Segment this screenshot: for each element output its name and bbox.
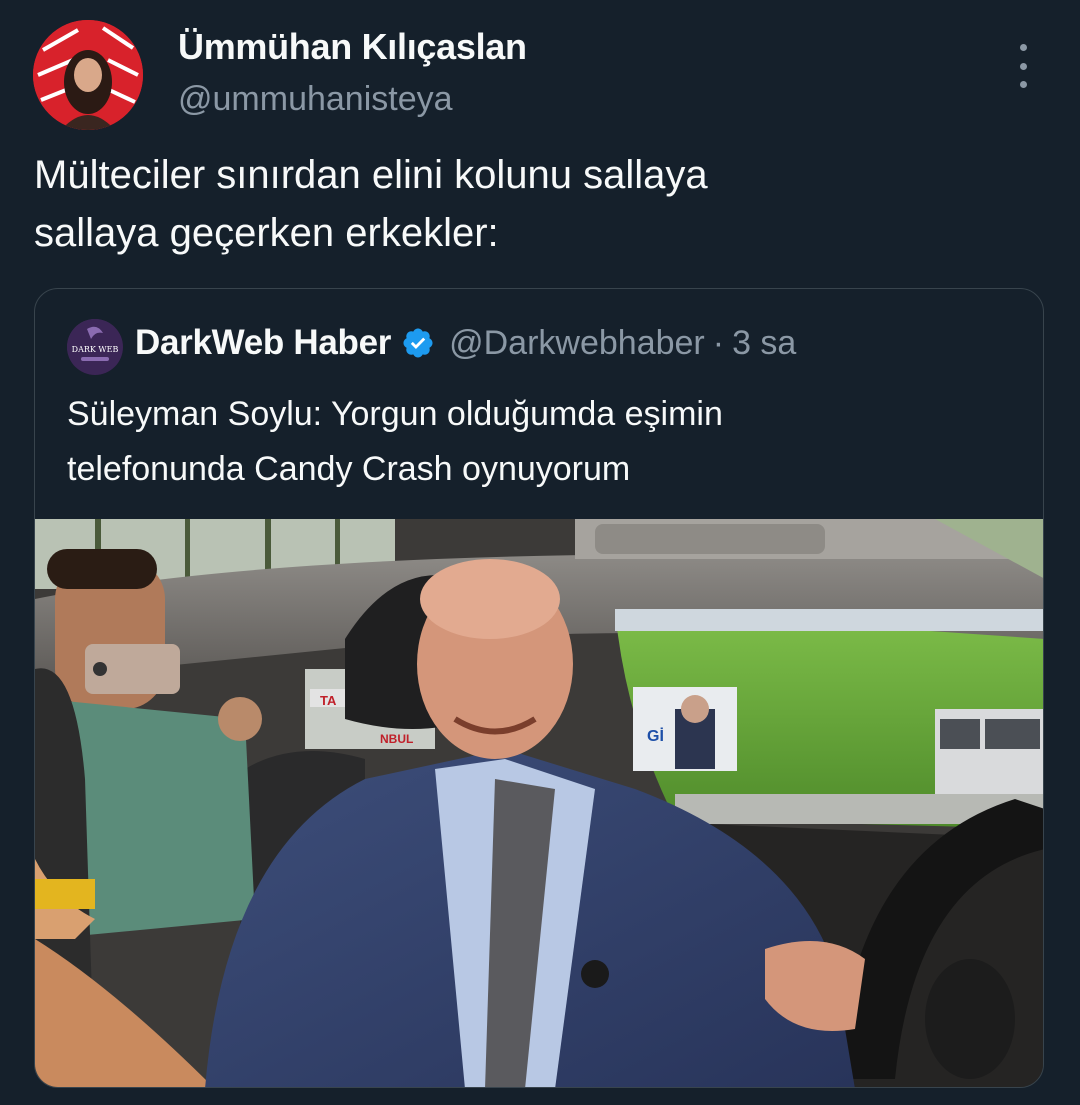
author-handle[interactable]: @ummuhanisteya bbox=[178, 80, 453, 119]
bus-sign-text: TA bbox=[320, 693, 337, 708]
verified-badge-icon bbox=[403, 328, 433, 358]
quoted-header: DarkWeb Haber @Darkwebhaber · 3 sa bbox=[135, 323, 796, 363]
quoted-timestamp[interactable]: 3 sa bbox=[732, 324, 796, 363]
more-dot bbox=[1019, 81, 1027, 88]
author-avatar[interactable] bbox=[33, 20, 143, 130]
quoted-media-image[interactable]: Gİ TA NBUL bbox=[35, 519, 1043, 1087]
quoted-text: Süleyman Soylu: Yorgun olduğumda eşimin … bbox=[67, 387, 1017, 497]
car-interior-photo: Gİ TA NBUL bbox=[35, 519, 1043, 1087]
quoted-separator: · bbox=[712, 323, 725, 362]
more-dot bbox=[1019, 44, 1027, 51]
tweet-text: Mülteciler sınırdan elini kolunu sallaya… bbox=[34, 146, 1034, 262]
tweet[interactable]: Ümmühan Kılıçaslan @ummuhanisteya Mültec… bbox=[0, 0, 1080, 1105]
quoted-tweet[interactable]: DARK WEB DarkWeb Haber @Darkwebhaber · 3… bbox=[34, 288, 1044, 1088]
tweet-text-line: Mülteciler sınırdan elini kolunu sallaya bbox=[34, 153, 708, 197]
tweet-text-line: sallaya geçerken erkekler: bbox=[34, 211, 499, 255]
quoted-text-line: telefonunda Candy Crash oynuyorum bbox=[67, 450, 631, 488]
bus-sign-text: NBUL bbox=[380, 732, 413, 746]
quoted-avatar-image: DARK WEB bbox=[67, 319, 123, 375]
quoted-avatar-label: DARK WEB bbox=[72, 345, 119, 354]
quoted-avatar[interactable]: DARK WEB bbox=[67, 319, 123, 375]
more-vertical-icon[interactable] bbox=[1008, 44, 1038, 88]
more-dot bbox=[1019, 62, 1027, 70]
quoted-name[interactable]: DarkWeb Haber bbox=[135, 323, 391, 363]
quoted-text-line: Süleyman Soylu: Yorgun olduğumda eşimin bbox=[67, 395, 723, 433]
author-avatar-image bbox=[33, 20, 143, 130]
author-name[interactable]: Ümmühan Kılıçaslan bbox=[178, 26, 527, 68]
billboard-text: Gİ bbox=[647, 727, 664, 745]
quoted-handle[interactable]: @Darkwebhaber bbox=[449, 324, 705, 363]
